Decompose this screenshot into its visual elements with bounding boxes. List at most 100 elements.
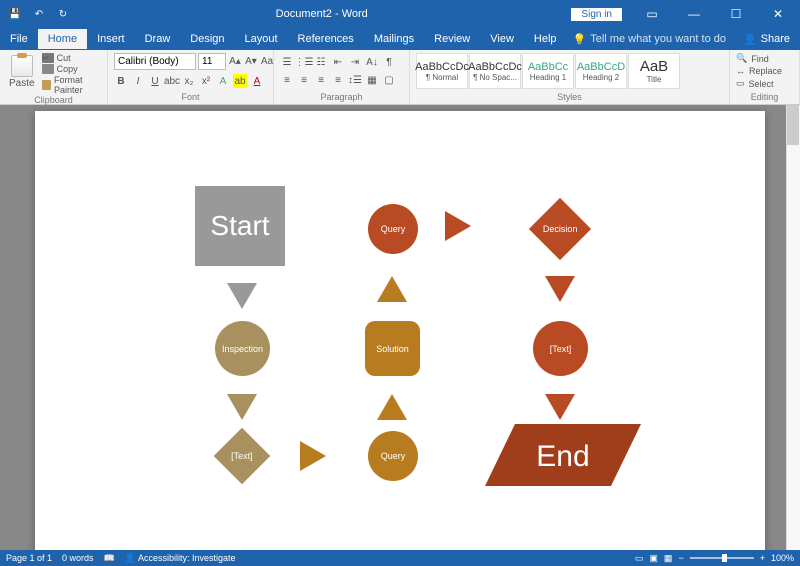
font-size-select[interactable] (198, 53, 226, 70)
text-effects-icon[interactable]: A (216, 74, 230, 88)
style-nospacing[interactable]: AaBbCcDc¶ No Spac... (469, 53, 521, 89)
group-font: A▴ A▾ Aa B I U abc x₂ x² A ab A Font (108, 50, 274, 104)
style-heading2[interactable]: AaBbCcDHeading 2 (575, 53, 627, 89)
share-button[interactable]: 👤 Share (733, 29, 800, 50)
tab-view[interactable]: View (480, 29, 524, 49)
tab-design[interactable]: Design (180, 29, 234, 49)
tab-help[interactable]: Help (524, 29, 567, 49)
web-layout-icon[interactable]: ▦ (664, 553, 673, 564)
style-heading1[interactable]: AaBbCcHeading 1 (522, 53, 574, 89)
scroll-thumb[interactable] (787, 105, 799, 145)
flow-start[interactable]: Start (195, 186, 285, 266)
justify-icon[interactable]: ≡ (331, 73, 345, 87)
decrease-indent-icon[interactable]: ⇤ (331, 55, 345, 69)
arrow-down-icon (227, 394, 257, 420)
flow-query2[interactable]: Query (368, 431, 418, 481)
increase-indent-icon[interactable]: ⇥ (348, 55, 362, 69)
change-case-icon[interactable]: Aa (260, 55, 274, 69)
find-button[interactable]: 🔍Find (736, 53, 782, 64)
tab-home[interactable]: Home (38, 29, 87, 49)
save-icon[interactable]: 💾 (6, 5, 24, 23)
tab-references[interactable]: References (288, 29, 364, 49)
copy-button[interactable]: Copy (42, 64, 101, 74)
format-painter-button[interactable]: Format Painter (42, 75, 101, 95)
style-normal[interactable]: AaBbCcDc¶ Normal (416, 53, 468, 89)
maximize-icon[interactable]: ☐ (716, 0, 756, 28)
align-right-icon[interactable]: ≡ (314, 73, 328, 87)
bullets-icon[interactable]: ☰ (280, 55, 294, 69)
cut-button[interactable]: ✂Cut (42, 53, 101, 63)
flow-text2[interactable]: [Text] (214, 428, 271, 485)
underline-icon[interactable]: U (148, 74, 162, 88)
subscript-icon[interactable]: x₂ (182, 74, 196, 88)
sign-in-button[interactable]: Sign in (571, 8, 622, 21)
document-page[interactable]: Start Query Decision Inspection Solution… (35, 111, 765, 550)
group-clipboard: Paste ✂Cut Copy Format Painter Clipboard (0, 50, 108, 104)
zoom-in-icon[interactable]: + (760, 553, 765, 563)
zoom-level[interactable]: 100% (771, 553, 794, 563)
sort-icon[interactable]: A↓ (365, 55, 379, 69)
menu-bar: File Home Insert Draw Design Layout Refe… (0, 28, 800, 50)
page-indicator[interactable]: Page 1 of 1 (6, 553, 52, 563)
flow-text[interactable]: [Text] (533, 321, 588, 376)
flow-decision[interactable]: Decision (529, 198, 591, 260)
group-editing: 🔍Find ↔Replace ▭Select Editing (730, 50, 800, 104)
svg-text:End: End (536, 440, 589, 473)
flow-query[interactable]: Query (368, 204, 418, 254)
zoom-slider[interactable] (690, 557, 754, 559)
tab-mailings[interactable]: Mailings (364, 29, 424, 49)
strike-icon[interactable]: abc (165, 74, 179, 88)
font-color-icon[interactable]: A (250, 74, 264, 88)
document-area: Start Query Decision Inspection Solution… (0, 105, 800, 550)
shrink-font-icon[interactable]: A▾ (244, 55, 258, 69)
highlight-icon[interactable]: ab (233, 74, 247, 88)
window-title: Document2 - Word (72, 8, 571, 20)
redo-icon[interactable]: ↻ (54, 5, 72, 23)
borders-icon[interactable]: ▢ (382, 73, 396, 87)
zoom-out-icon[interactable]: − (678, 553, 683, 563)
read-mode-icon[interactable]: ▭ (635, 553, 644, 564)
tab-draw[interactable]: Draw (135, 29, 181, 49)
multilevel-icon[interactable]: ☷ (314, 55, 328, 69)
tab-layout[interactable]: Layout (235, 29, 288, 49)
style-title[interactable]: AaBTitle (628, 53, 680, 89)
ribbon-options-icon[interactable]: ▭ (632, 0, 672, 28)
group-styles: AaBbCcDc¶ Normal AaBbCcDc¶ No Spac... Aa… (410, 50, 730, 104)
word-count[interactable]: 0 words (62, 553, 94, 563)
status-bar: Page 1 of 1 0 words 📖 👤 Accessibility: I… (0, 550, 800, 566)
line-spacing-icon[interactable]: ↕☰ (348, 73, 362, 87)
vertical-scrollbar[interactable] (786, 105, 800, 550)
title-bar: 💾 ↶ ↻ Document2 - Word Sign in ▭ — ☐ ✕ (0, 0, 800, 28)
grow-font-icon[interactable]: A▴ (228, 55, 242, 69)
numbering-icon[interactable]: ⋮☰ (297, 55, 311, 69)
copy-icon (42, 64, 54, 74)
replace-button[interactable]: ↔Replace (736, 66, 782, 76)
arrow-down-icon (545, 276, 575, 302)
share-icon: 👤 (743, 33, 757, 46)
select-button[interactable]: ▭Select (736, 78, 782, 89)
show-marks-icon[interactable]: ¶ (382, 55, 396, 69)
shading-icon[interactable]: ▦ (365, 73, 379, 87)
undo-icon[interactable]: ↶ (30, 5, 48, 23)
accessibility-status[interactable]: 👤 Accessibility: Investigate (125, 553, 236, 564)
tab-insert[interactable]: Insert (87, 29, 135, 49)
flow-solution[interactable]: Solution (365, 321, 420, 376)
italic-icon[interactable]: I (131, 74, 145, 88)
flow-end[interactable]: End (485, 424, 641, 486)
style-gallery[interactable]: AaBbCcDc¶ Normal AaBbCcDc¶ No Spac... Aa… (416, 53, 680, 89)
font-name-select[interactable] (114, 53, 196, 70)
minimize-icon[interactable]: — (674, 0, 714, 28)
tab-file[interactable]: File (0, 29, 38, 49)
print-layout-icon[interactable]: ▣ (649, 553, 658, 564)
arrow-down-icon (545, 394, 575, 420)
tell-me-search[interactable]: 💡 Tell me what you want to do (573, 33, 726, 46)
tab-review[interactable]: Review (424, 29, 480, 49)
bold-icon[interactable]: B (114, 74, 128, 88)
close-icon[interactable]: ✕ (758, 0, 798, 28)
align-center-icon[interactable]: ≡ (297, 73, 311, 87)
spellcheck-icon[interactable]: 📖 (104, 553, 115, 564)
flow-inspection[interactable]: Inspection (215, 321, 270, 376)
superscript-icon[interactable]: x² (199, 74, 213, 88)
paste-button[interactable]: Paste (6, 53, 38, 91)
align-left-icon[interactable]: ≡ (280, 73, 294, 87)
